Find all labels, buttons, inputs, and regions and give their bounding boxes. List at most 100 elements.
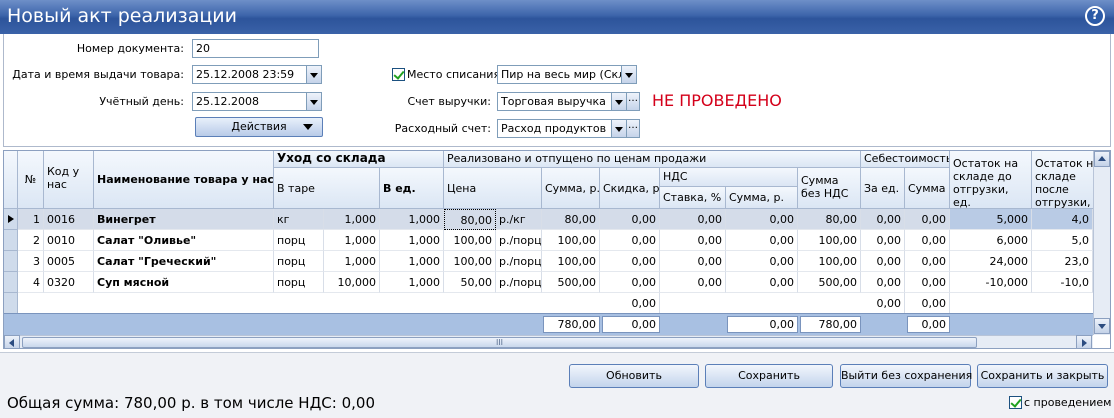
cell-cost-unit[interactable]: 0,00: [861, 272, 905, 293]
revenue-account-dropdown-icon[interactable]: [611, 92, 627, 111]
cell-price[interactable]: 100,00: [444, 230, 496, 251]
row-indicator[interactable]: [4, 272, 18, 293]
cell-discount[interactable]: 0,00: [600, 293, 660, 314]
cell-sum[interactable]: 500,00: [542, 272, 600, 293]
cell-price-unit[interactable]: р./порц: [496, 251, 542, 272]
cell-cost-sum[interactable]: 0,00: [905, 293, 950, 314]
cell-stock-before[interactable]: 24,000: [950, 251, 1032, 272]
cell-vat-rate[interactable]: 0,00: [660, 209, 726, 230]
expense-account-browse-button[interactable]: …: [626, 119, 640, 138]
cell-vat-rate[interactable]: 0,00: [660, 230, 726, 251]
vertical-scrollbar[interactable]: [1093, 151, 1110, 335]
writeoff-place-dropdown-icon[interactable]: [621, 65, 637, 84]
cell-price-unit[interactable]: р./порц: [496, 230, 542, 251]
cell-stock-after[interactable]: -10,0: [1032, 272, 1093, 293]
revenue-account-browse-button[interactable]: …: [626, 92, 640, 111]
cell-units[interactable]: 1,000: [380, 272, 444, 293]
help-icon[interactable]: ?: [1085, 6, 1105, 26]
cell-cost-unit[interactable]: 0,00: [861, 293, 905, 314]
cell-sum[interactable]: 100,00: [542, 230, 600, 251]
header-vat-rate[interactable]: Ставка, %: [660, 187, 726, 209]
doc-number-field[interactable]: 20: [192, 39, 319, 58]
refresh-button[interactable]: Обновить: [569, 364, 699, 388]
cell-price-unit[interactable]: р./кг: [496, 209, 542, 230]
cell-name[interactable]: Салат "Оливье": [94, 230, 274, 251]
cell-price-unit[interactable]: р./порц: [496, 272, 542, 293]
header-num[interactable]: №: [18, 151, 44, 209]
header-name[interactable]: Наименование товара у нас: [94, 151, 274, 209]
scroll-up-icon[interactable]: [1094, 151, 1110, 167]
cell-num[interactable]: 2: [18, 230, 44, 251]
row-indicator[interactable]: [4, 230, 18, 251]
cell-name[interactable]: Суп мясной: [94, 272, 274, 293]
cell-vat-sum[interactable]: 0,00: [726, 230, 798, 251]
account-day-dropdown-icon[interactable]: [306, 92, 322, 111]
cell-price[interactable]: 50,00: [444, 272, 496, 293]
horizontal-scroll-thumb[interactable]: III: [22, 337, 977, 348]
header-code[interactable]: Код у нас: [44, 151, 94, 209]
issue-datetime-dropdown-icon[interactable]: [306, 65, 322, 84]
cell-price[interactable]: 80,00: [444, 209, 496, 230]
cell-pack-qty[interactable]: 1,000: [324, 209, 380, 230]
expense-account-dropdown-icon[interactable]: [611, 119, 627, 138]
scroll-down-icon[interactable]: [1094, 318, 1110, 334]
cell-num[interactable]: 4: [18, 272, 44, 293]
cell-pack[interactable]: порц: [274, 230, 324, 251]
cell-stock-before[interactable]: 5,000: [950, 209, 1032, 230]
cell-code[interactable]: 0320: [44, 272, 94, 293]
cell-name[interactable]: Винегрет: [94, 209, 274, 230]
cell-code[interactable]: 0010: [44, 230, 94, 251]
cell-sum-no-vat[interactable]: 500,00: [798, 272, 861, 293]
cell-stock-after[interactable]: 4,0: [1032, 209, 1093, 230]
cell-stock-after[interactable]: 5,0: [1032, 230, 1093, 251]
cell-stock-after[interactable]: 23,0: [1032, 251, 1093, 272]
cell-vat-sum[interactable]: 0,00: [726, 209, 798, 230]
header-sum-no-vat[interactable]: Сумма без НДС: [798, 168, 861, 209]
cell-units[interactable]: 1,000: [380, 230, 444, 251]
expense-account-select[interactable]: Расход продуктов: [497, 119, 612, 138]
cell-units[interactable]: 1,000: [380, 209, 444, 230]
cell-discount[interactable]: 0,00: [600, 209, 660, 230]
cell-pack[interactable]: кг: [274, 209, 324, 230]
cell-pack[interactable]: порц: [274, 272, 324, 293]
cell-discount[interactable]: 0,00: [600, 230, 660, 251]
issue-datetime-field[interactable]: 25.12.2008 23:59: [192, 65, 307, 84]
cell-stock-before[interactable]: 6,000: [950, 230, 1032, 251]
cell-cost-unit[interactable]: 0,00: [861, 230, 905, 251]
cell-stock-before[interactable]: -10,000: [950, 272, 1032, 293]
cell-cost-unit[interactable]: 0,00: [861, 209, 905, 230]
header-cost-unit[interactable]: За ед.: [861, 168, 905, 209]
cell-pack-qty[interactable]: 1,000: [324, 251, 380, 272]
header-stock-before[interactable]: Остаток на складе до отгрузки, ед.: [950, 151, 1032, 209]
cell-sum[interactable]: 100,00: [542, 251, 600, 272]
exit-without-save-button[interactable]: Выйти без сохранения: [840, 364, 972, 388]
cell-cost-sum[interactable]: 0,00: [905, 251, 950, 272]
actions-button[interactable]: Действия: [195, 117, 323, 137]
save-button[interactable]: Сохранить: [705, 364, 833, 388]
cell-pack-qty[interactable]: 1,000: [324, 230, 380, 251]
horizontal-scrollbar[interactable]: III: [4, 335, 1093, 348]
header-in-units[interactable]: В ед.: [380, 168, 444, 209]
cell-vat-rate[interactable]: 0,00: [660, 251, 726, 272]
cell-num[interactable]: 3: [18, 251, 44, 272]
cell-units[interactable]: 1,000: [380, 251, 444, 272]
cell-vat-sum[interactable]: 0,00: [726, 272, 798, 293]
header-discount[interactable]: Скидка, р.: [600, 168, 660, 209]
cell-sum-no-vat[interactable]: 100,00: [798, 230, 861, 251]
cell-name[interactable]: Салат "Греческий": [94, 251, 274, 272]
cell-cost-sum[interactable]: 0,00: [905, 230, 950, 251]
cell-sum[interactable]: 80,00: [542, 209, 600, 230]
cell-num[interactable]: 1: [18, 209, 44, 230]
cell-sum-no-vat[interactable]: 100,00: [798, 251, 861, 272]
cell-code[interactable]: 0016: [44, 209, 94, 230]
writeoff-place-checkbox[interactable]: [392, 68, 405, 81]
cell-sum-no-vat[interactable]: 80,00: [798, 209, 861, 230]
cell-cost-unit[interactable]: 0,00: [861, 251, 905, 272]
row-indicator[interactable]: [4, 251, 18, 272]
header-price[interactable]: Цена: [444, 168, 542, 209]
cell-cost-sum[interactable]: 0,00: [905, 209, 950, 230]
cell-pack[interactable]: порц: [274, 251, 324, 272]
header-sum[interactable]: Сумма, р.: [542, 168, 600, 209]
writeoff-place-select[interactable]: Пир на весь мир (Склад: [497, 65, 622, 84]
cell-price[interactable]: 100,00: [444, 251, 496, 272]
